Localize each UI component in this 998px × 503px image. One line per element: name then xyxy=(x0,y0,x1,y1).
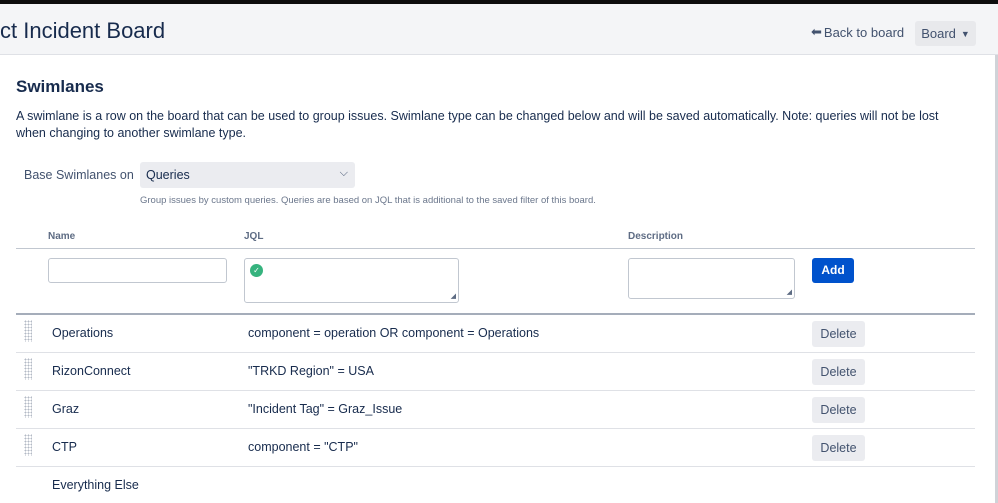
swimlane-row: RizonConnect "TRKD Region" = USA Delete xyxy=(16,353,975,391)
swimlane-type-help: Group issues by custom queries. Queries … xyxy=(140,195,596,206)
left-arrow-icon: ⬅ xyxy=(811,24,822,39)
drag-handle-icon[interactable] xyxy=(24,358,32,380)
swimlane-row: CTP component = "CTP" Delete xyxy=(16,429,975,467)
section-title: Swimlanes xyxy=(16,77,104,96)
header-divider xyxy=(16,248,975,249)
column-header-jql: JQL xyxy=(244,231,264,242)
back-to-board-link[interactable]: ⬅ Back to board xyxy=(811,24,904,40)
column-header-name: Name xyxy=(48,231,76,242)
board-button-label: Board xyxy=(921,26,956,41)
chevron-down-icon: ▼ xyxy=(960,28,970,39)
page-title: ct Incident Board xyxy=(0,18,166,43)
swimlane-jql[interactable]: component = operation OR component = Ope… xyxy=(248,326,539,340)
swimlane-name[interactable]: RizonConnect xyxy=(52,364,131,378)
everything-else-label: Everything Else xyxy=(52,478,139,492)
swimlane-name[interactable]: CTP xyxy=(52,440,77,454)
new-swimlane-description-input[interactable]: ◢ xyxy=(628,258,795,299)
chevron-down-icon: ⌵ xyxy=(339,167,348,179)
check-circle-icon: ✓ xyxy=(250,264,263,277)
resize-grip-icon[interactable]: ◢ xyxy=(787,289,792,296)
drag-handle-icon[interactable] xyxy=(24,434,32,456)
back-to-board-label: Back to board xyxy=(823,24,905,40)
column-header-description: Description xyxy=(628,231,684,242)
new-swimlane-name-input[interactable] xyxy=(48,258,227,283)
swimlane-jql[interactable]: "TRKD Region" = USA xyxy=(248,364,374,378)
resize-grip-icon[interactable]: ◢ xyxy=(451,293,456,300)
delete-button[interactable]: Delete xyxy=(812,321,865,347)
swimlane-type-select[interactable]: Queries ⌵ xyxy=(140,162,355,188)
drag-handle-icon[interactable] xyxy=(24,396,32,418)
swimlane-row: Graz "Incident Tag" = Graz_Issue Delete xyxy=(16,391,975,429)
swimlane-row: Operations component = operation OR comp… xyxy=(16,315,975,353)
section-description: A swimlane is a row on the board that ca… xyxy=(16,109,939,140)
delete-button[interactable]: Delete xyxy=(812,359,865,385)
drag-handle-icon[interactable] xyxy=(24,320,32,342)
delete-button[interactable]: Delete xyxy=(812,435,865,461)
add-swimlane-button[interactable]: Add xyxy=(812,258,854,283)
swimlane-jql[interactable]: component = "CTP" xyxy=(248,440,358,454)
swimlane-name[interactable]: Graz xyxy=(52,402,79,416)
delete-button[interactable]: Delete xyxy=(812,397,865,423)
board-dropdown-button[interactable]: Board ▼ xyxy=(915,21,976,46)
base-swimlanes-label: Base Swimlanes on xyxy=(24,168,134,182)
page-header: ct Incident Board ⬅ Back to board Board … xyxy=(0,4,998,55)
new-swimlane-jql-input[interactable]: ✓ ◢ xyxy=(244,258,459,303)
swimlane-type-value: Queries xyxy=(146,168,190,182)
swimlane-name[interactable]: Operations xyxy=(52,326,113,340)
swimlane-jql[interactable]: "Incident Tag" = Graz_Issue xyxy=(248,402,402,416)
everything-else-row: Everything Else xyxy=(16,467,975,503)
